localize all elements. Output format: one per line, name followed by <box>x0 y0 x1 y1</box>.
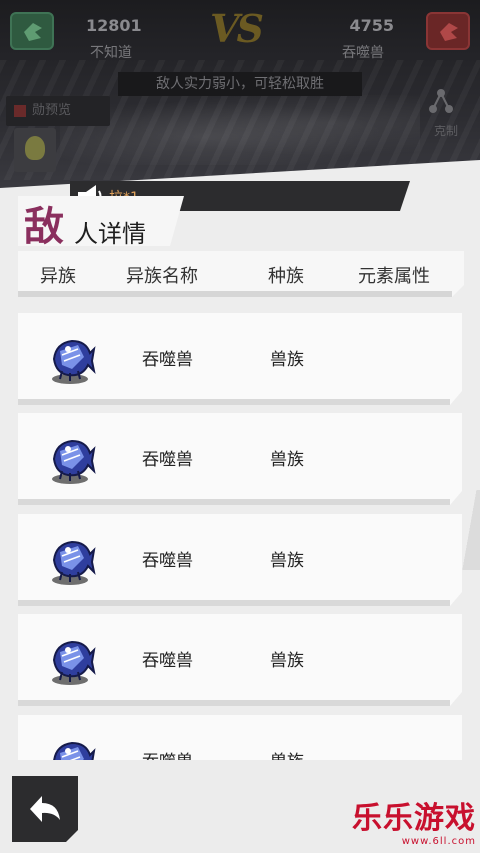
enemy-race-cell: 兽族 <box>270 350 304 370</box>
panel-title-first-char: 敌 <box>24 204 64 250</box>
enemy-emblem-icon <box>440 23 458 41</box>
blue-fish-monster-icon <box>52 640 96 685</box>
column-header-race-icon: 异族 <box>40 266 76 287</box>
enemy-name-cell: 吞噬兽 <box>142 747 193 760</box>
row-shadow <box>18 399 450 405</box>
enemy-power: 4755 <box>349 16 394 35</box>
background-crowd <box>60 95 420 165</box>
watermark-logo: 乐乐游戏 <box>352 801 476 836</box>
vs-label: VS <box>210 6 264 51</box>
blue-fish-monster-icon <box>52 540 96 585</box>
player-name: 不知道 <box>90 45 132 61</box>
share-icon[interactable] <box>428 88 454 116</box>
lightbulb-icon <box>25 136 45 160</box>
enemy-row[interactable]: 吞噬兽 兽族 <box>18 614 462 706</box>
panel-edge-decoration <box>462 490 480 570</box>
row-shadow <box>18 600 450 606</box>
enemy-name-cell: 吞噬兽 <box>142 551 193 571</box>
enemy-name: 吞噬兽 <box>342 45 384 61</box>
preview-label: 勋预览 <box>32 103 72 118</box>
enemy-name-cell: 吞噬兽 <box>142 350 193 370</box>
medal-preview-button[interactable]: 勋预览 <box>6 96 110 126</box>
preview-card[interactable] <box>14 128 56 172</box>
blue-fish-monster-icon <box>52 339 96 384</box>
site-watermark: 乐乐游戏 www.6ll.com <box>352 801 476 848</box>
player-badge <box>10 12 54 50</box>
player-power: 12801 <box>86 16 142 35</box>
enemy-name-cell: 吞噬兽 <box>142 651 193 671</box>
enemy-row[interactable]: 吞噬兽 兽族 <box>18 413 462 505</box>
battle-header-background: 12801 不知道 VS 4755 吞噬兽 敌人实力弱小，可轻松取胜 勋预览 克… <box>0 0 480 190</box>
column-header-race: 种族 <box>268 266 304 287</box>
row-shadow <box>18 700 450 706</box>
enemy-row[interactable]: 吞噬兽 兽族 <box>18 715 462 760</box>
enemy-row[interactable]: 吞噬兽 兽族 <box>18 313 462 405</box>
back-button[interactable] <box>12 776 78 842</box>
blue-fish-monster-icon <box>52 439 96 484</box>
panel-title: 人详情 <box>74 220 146 248</box>
preview-marker-icon <box>14 105 26 117</box>
header-shadow <box>18 291 452 297</box>
enemy-list[interactable]: 吞噬兽 兽族 吞噬兽 兽族 吞噬兽 兽族 吞噬兽 兽族 <box>18 313 464 760</box>
blue-fish-monster-icon <box>52 741 96 760</box>
watermark-url: www.6ll.com <box>401 836 476 847</box>
counter-label: 克制 <box>433 124 458 138</box>
column-header-element: 元素属性 <box>358 266 430 287</box>
back-arrow-icon <box>30 796 60 822</box>
enemy-badge <box>426 12 470 50</box>
row-shadow <box>18 499 450 505</box>
enemy-name-cell: 吞噬兽 <box>142 450 193 470</box>
enemy-row[interactable]: 吞噬兽 兽族 <box>18 514 462 606</box>
enemy-race-cell: 兽族 <box>270 551 304 571</box>
enemy-race-cell: 兽族 <box>270 450 304 470</box>
battle-hint: 敌人实力弱小，可轻松取胜 <box>118 72 362 96</box>
enemy-race-cell: 兽族 <box>270 651 304 671</box>
player-emblem-icon <box>24 23 42 41</box>
enemy-race-cell: 兽族 <box>270 747 304 760</box>
column-header-name: 异族名称 <box>126 266 198 287</box>
